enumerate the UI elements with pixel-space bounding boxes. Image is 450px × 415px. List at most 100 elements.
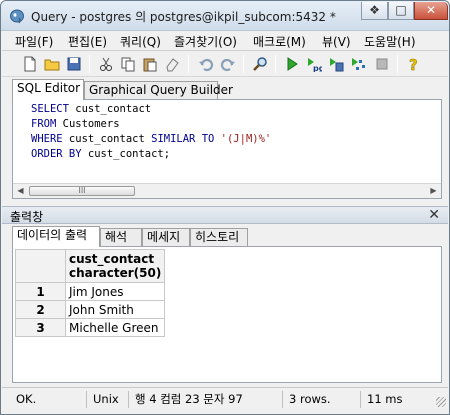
stop-icon bbox=[376, 58, 388, 70]
status-exec-time: 11 ms bbox=[360, 391, 432, 408]
grid-header-row: cust_contact character(50) bbox=[15, 249, 166, 283]
scroll-right-icon[interactable]: ▶ bbox=[426, 184, 441, 198]
row-number[interactable]: 2 bbox=[15, 300, 66, 319]
copy-icon bbox=[121, 57, 135, 72]
tab-data-output[interactable]: 데이터의 출력 bbox=[12, 226, 100, 247]
scroll-left-icon[interactable]: ◀ bbox=[13, 184, 28, 198]
sql-keyword: WHERE bbox=[31, 133, 63, 145]
column-header[interactable]: cust_contact character(50) bbox=[64, 249, 166, 283]
row-number[interactable]: 3 bbox=[15, 318, 66, 337]
sql-text: Customers bbox=[56, 118, 120, 130]
sql-string: '(J|M)%' bbox=[214, 133, 272, 145]
explain-button[interactable] bbox=[348, 54, 368, 74]
undo-button[interactable] bbox=[196, 54, 216, 74]
close-button[interactable]: ✕ bbox=[414, 2, 448, 20]
grid-cell[interactable]: John Smith bbox=[64, 300, 166, 319]
restore-button[interactable]: ❖ bbox=[361, 2, 388, 20]
menu-file[interactable]: 파일(F) bbox=[15, 33, 53, 50]
close-icon: ✕ bbox=[425, 3, 437, 17]
editor-tab-strip: SQL Editor Graphical Query Builder bbox=[2, 78, 448, 100]
maximize-button[interactable]: □ bbox=[388, 2, 414, 20]
clear-icon bbox=[166, 58, 179, 72]
menu-favourites[interactable]: 즐겨찾기(O) bbox=[174, 33, 237, 50]
sql-editor[interactable]: SELECT cust_contact FROM Customers WHERE… bbox=[12, 99, 442, 199]
sql-keyword: SELECT bbox=[31, 103, 69, 115]
redo-button[interactable] bbox=[218, 54, 238, 74]
status-row-count: 3 rows. bbox=[282, 391, 360, 408]
resize-grip-icon[interactable] bbox=[436, 397, 446, 407]
paste-icon bbox=[143, 58, 157, 72]
undo-icon bbox=[199, 58, 214, 72]
table-row: 3 Michelle Green bbox=[15, 318, 166, 337]
save-button[interactable] bbox=[64, 54, 84, 74]
menu-bar: 파일(F) 편집(E) 쿼리(Q) 즐겨찾기(O) 매크로(M) 뷰(V) 도움… bbox=[2, 31, 448, 51]
sql-code[interactable]: SELECT cust_contact FROM Customers WHERE… bbox=[31, 102, 271, 162]
table-row: 2 John Smith bbox=[15, 300, 166, 319]
scroll-thumb[interactable]: III bbox=[29, 186, 135, 196]
tab-graphical-query-builder[interactable]: Graphical Query Builder bbox=[84, 81, 233, 100]
new-file-button[interactable] bbox=[20, 54, 40, 74]
grid-corner[interactable] bbox=[15, 249, 66, 283]
status-state: OK. bbox=[16, 392, 37, 406]
sql-text: cust_contact bbox=[62, 133, 152, 145]
execute-pgscript-icon: pg bbox=[308, 58, 322, 72]
help-icon: ? bbox=[409, 56, 418, 72]
redo-icon bbox=[220, 58, 235, 72]
new-file-icon bbox=[24, 56, 36, 72]
column-type: character(50) bbox=[69, 266, 162, 280]
query-window: Query - postgres 의 postgres@ikpil_subcom… bbox=[0, 0, 450, 415]
paste-button[interactable] bbox=[140, 54, 160, 74]
status-cursor-position: 행 4 컴럼 23 문자 97 bbox=[128, 391, 282, 408]
open-folder-icon bbox=[44, 59, 60, 71]
stop-button[interactable] bbox=[372, 54, 392, 74]
horizontal-scrollbar[interactable]: ◀ III ▶ bbox=[13, 183, 441, 198]
tab-sql-editor[interactable]: SQL Editor bbox=[12, 79, 84, 100]
copy-button[interactable] bbox=[118, 54, 138, 74]
explain-icon bbox=[352, 58, 365, 70]
status-bar: OK. Unix 행 4 컴럼 23 문자 97 3 rows. 11 ms bbox=[2, 387, 448, 409]
column-name: cust_contact bbox=[69, 252, 155, 266]
menu-macros[interactable]: 매크로(M) bbox=[253, 33, 306, 50]
tab-label: 해석 bbox=[105, 230, 128, 244]
help-button[interactable]: ? bbox=[404, 54, 424, 74]
menu-help[interactable]: 도움말(H) bbox=[364, 33, 416, 50]
title-bar[interactable]: Query - postgres 의 postgres@ikpil_subcom… bbox=[1, 1, 449, 31]
save-icon bbox=[67, 57, 81, 71]
execute-pgscript-button[interactable]: pg bbox=[304, 54, 324, 74]
tab-explain[interactable]: 해석 bbox=[100, 228, 142, 247]
grid-cell[interactable]: Michelle Green bbox=[64, 318, 166, 337]
row-number[interactable]: 1 bbox=[15, 282, 66, 301]
tab-label: 메세지 bbox=[147, 230, 181, 244]
svg-text:pg: pg bbox=[313, 64, 322, 72]
restore-icon: ❖ bbox=[369, 3, 380, 17]
output-pane-header: 출력창 ✕ bbox=[2, 206, 448, 224]
toolbar: pg ? bbox=[2, 51, 448, 77]
tab-history[interactable]: 히스토리 bbox=[190, 228, 248, 247]
sql-keyword: FROM bbox=[31, 118, 57, 130]
toolbar-separator bbox=[397, 55, 398, 73]
menu-view[interactable]: 뷰(V) bbox=[322, 33, 351, 50]
svg-text:?: ? bbox=[409, 56, 418, 72]
open-button[interactable] bbox=[42, 54, 62, 74]
tab-label: SQL Editor bbox=[17, 81, 81, 95]
execute-icon bbox=[287, 57, 298, 71]
find-button[interactable] bbox=[250, 54, 270, 74]
clear-button[interactable] bbox=[162, 54, 182, 74]
tab-messages[interactable]: 메세지 bbox=[142, 228, 190, 247]
toolbar-separator bbox=[275, 55, 276, 73]
menu-query[interactable]: 쿼리(Q) bbox=[120, 33, 161, 50]
maximize-icon: □ bbox=[395, 3, 407, 17]
cut-button[interactable] bbox=[96, 54, 116, 74]
data-output-panel: cust_contact character(50) 1 Jim Jones 2… bbox=[12, 246, 442, 383]
execute-button[interactable] bbox=[282, 54, 302, 74]
output-close-icon[interactable]: ✕ bbox=[428, 207, 440, 223]
execute-to-file-button[interactable] bbox=[326, 54, 346, 74]
grid-cell[interactable]: Jim Jones bbox=[64, 282, 166, 301]
output-tab-strip: 데이터의 출력 해석 메세지 히스토리 bbox=[2, 225, 448, 247]
sql-text: cust_contact; bbox=[81, 148, 171, 160]
menu-edit[interactable]: 편집(E) bbox=[68, 33, 107, 50]
tab-label: Graphical Query Builder bbox=[89, 83, 233, 97]
toolbar-separator bbox=[89, 55, 90, 73]
toolbar-separator bbox=[243, 55, 244, 73]
sql-keyword: ORDER BY bbox=[31, 148, 82, 160]
